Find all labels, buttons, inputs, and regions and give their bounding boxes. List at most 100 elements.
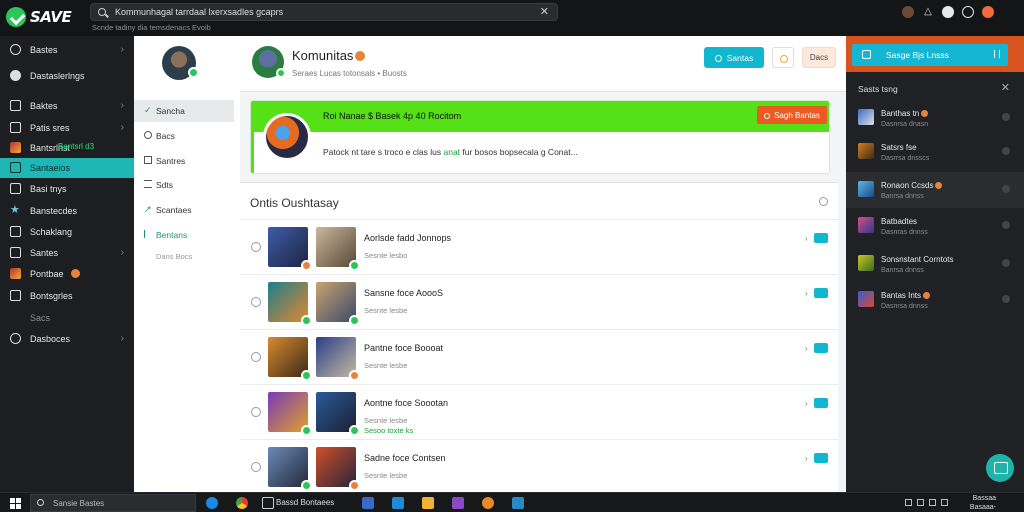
list-item[interactable]: Pantne foce Boooat Sesnte lesbe › — [240, 329, 838, 384]
chrome-icon[interactable] — [236, 497, 248, 509]
row-radio[interactable] — [251, 242, 261, 252]
app-icon[interactable] — [482, 497, 494, 509]
friend-item[interactable]: Bantas Ints Dasnrsa dnnss — [846, 282, 1024, 318]
status-icon — [349, 315, 360, 326]
join-button[interactable]: Santas — [704, 47, 764, 68]
secondary-button[interactable]: Dacs — [802, 47, 836, 68]
row-action-button[interactable] — [814, 233, 828, 243]
friend-item[interactable]: Banthas tn Dasnrsa dnasn — [846, 100, 1024, 136]
sidebar-item-1[interactable]: Dastaslerlngs — [0, 66, 134, 86]
menu-dot-icon[interactable] — [1002, 295, 1010, 303]
close-icon[interactable]: ✕ — [1001, 81, 1010, 94]
system-tray — [905, 499, 948, 506]
menu-dot-icon[interactable] — [1002, 259, 1010, 267]
menu-dot-icon[interactable] — [1002, 185, 1010, 193]
taskbar-app-label[interactable]: Bassd Bontaees — [276, 498, 334, 507]
store-icon[interactable] — [452, 497, 464, 509]
sidebar-item-4[interactable]: Bantsrlnst Bantsrl d3 — [0, 138, 134, 158]
taskbar-search[interactable]: Sansie Bastes — [30, 494, 196, 512]
check-icon: ✓ — [144, 105, 152, 115]
search-input[interactable] — [115, 5, 525, 19]
tray-icon[interactable] — [929, 499, 936, 506]
edge-icon[interactable] — [206, 497, 218, 509]
profile-menu-item-4[interactable]: ↗ Scantaes — [134, 199, 234, 221]
sidebar-item-3[interactable]: Patis sres › — [0, 118, 134, 138]
row-radio[interactable] — [251, 352, 261, 362]
row-radio[interactable] — [251, 407, 261, 417]
row-radio[interactable] — [251, 462, 261, 472]
menu-dot-icon[interactable] — [1002, 221, 1010, 229]
sidebar-item-10[interactable]: Pontbae — [0, 264, 134, 284]
friend-item[interactable]: Batbadtes Dasnras dnnss — [846, 208, 1024, 244]
content-area: ✓ Sancha Bacs Santres Sdts ↗ Scantaes Be… — [134, 36, 846, 492]
friend-item[interactable]: Sonsnstant Corntots Banrsa dnnss — [846, 246, 1024, 282]
sidebar-item-5[interactable]: Santaeios — [0, 158, 134, 178]
window-icon[interactable] — [262, 497, 274, 509]
profile-menu-item-1[interactable]: Bacs — [134, 125, 234, 147]
sidebar-item-9[interactable]: Santes › — [0, 243, 134, 263]
alert-icon[interactable]: △ — [922, 6, 934, 18]
row-radio[interactable] — [251, 297, 261, 307]
row-action-button[interactable] — [814, 453, 828, 463]
profile-menu-item-0[interactable]: ✓ Sancha — [134, 100, 234, 122]
user-avatar[interactable] — [162, 46, 199, 80]
info-icon[interactable] — [819, 197, 828, 206]
sidebar-item-6[interactable]: Basi tnys — [0, 179, 134, 199]
community-avatar[interactable] — [252, 46, 286, 78]
row-action-button[interactable] — [814, 288, 828, 298]
tray-icon[interactable] — [941, 499, 948, 506]
profile-menu-item-5[interactable]: Bentans — [134, 224, 234, 246]
profile-menu-item-2[interactable]: Santres — [134, 150, 234, 172]
chevron-right-icon: › — [120, 100, 124, 111]
profile-menu-item-3[interactable]: Sdts — [134, 174, 234, 196]
character-thumbnail — [316, 392, 360, 436]
sidebar-item-11[interactable]: Bontsgrles — [0, 286, 134, 306]
notification-icon[interactable] — [942, 6, 954, 18]
search-bar[interactable]: ✕ — [90, 3, 558, 21]
promo-button[interactable]: Sagh Bantas — [757, 106, 827, 124]
list-item[interactable]: Aorlsde fadd Jonnops Sesnte lesbo › — [240, 219, 838, 274]
user-icon[interactable] — [902, 6, 914, 18]
friend-status: Dasnrsa dnnss — [881, 303, 928, 310]
tray-icon[interactable] — [905, 499, 912, 506]
sidebar-item-label: Schaklang — [30, 227, 73, 237]
friend-item[interactable]: Satsrs fse Dasrrsa dnsscs — [846, 134, 1024, 170]
menu-dot-icon[interactable] — [1002, 147, 1010, 155]
folder-icon — [10, 122, 21, 133]
list-item[interactable]: Aontne foce Soootan Sesnte lesbe Sesoo t… — [240, 384, 838, 439]
list-title: Ontis Oushtasay — [250, 196, 339, 210]
list-item[interactable]: Sadne foce Contsen Sesnte lesbe › — [240, 439, 838, 494]
community-header: Komunitas Seraes Lucas totonsals • Buost… — [240, 36, 846, 92]
sidebar-item-13[interactable]: Dasboces › — [0, 329, 134, 349]
arrow-icon: ↗ — [144, 204, 152, 214]
clear-search-icon[interactable]: ✕ — [540, 5, 549, 18]
sidebar-item-0[interactable]: Bastes › — [0, 40, 134, 60]
row-action-button[interactable] — [814, 398, 828, 408]
profile-menu-item-6[interactable]: Dans Bocs — [134, 246, 234, 268]
sidebar-item-8[interactable]: Schaklang — [0, 222, 134, 242]
friends-button[interactable]: Sasge Bjs Lnsss — [852, 44, 1008, 66]
profile-menu-label: Sdts — [156, 180, 174, 190]
chat-fab-button[interactable] — [986, 454, 1014, 482]
menu-dot-icon[interactable] — [1002, 113, 1010, 121]
tray-icon[interactable] — [917, 499, 924, 506]
profile-avatar[interactable] — [982, 6, 994, 18]
friend-item[interactable]: Ronaon Ccsds Banrsa dnnss — [846, 172, 1024, 208]
row-action-button[interactable] — [814, 343, 828, 353]
settings-icon[interactable] — [962, 6, 974, 18]
windows-start-icon[interactable] — [10, 498, 21, 509]
list-item[interactable]: Sansne foce AoooS Sesnte lesbe › — [240, 274, 838, 329]
folder-icon[interactable] — [422, 497, 434, 509]
sidebar-item-12[interactable]: Sacs — [0, 308, 134, 328]
app-logo[interactable]: SAVE — [6, 5, 76, 27]
sidebar-item-2[interactable]: Baktes › — [0, 96, 134, 116]
mail-icon[interactable] — [392, 497, 404, 509]
bell-button[interactable] — [772, 47, 794, 68]
app-icon[interactable] — [362, 497, 374, 509]
profile-menu-label: Santres — [156, 156, 186, 166]
sidebar-item-7[interactable]: ★ Banstecdes — [0, 201, 134, 221]
taskbar-clock[interactable]: Bassaa Basaaa-Basaa — [956, 494, 996, 512]
app-icon[interactable] — [512, 497, 524, 509]
tag-icon — [10, 226, 21, 237]
friend-name: Bantas Ints — [881, 291, 931, 300]
